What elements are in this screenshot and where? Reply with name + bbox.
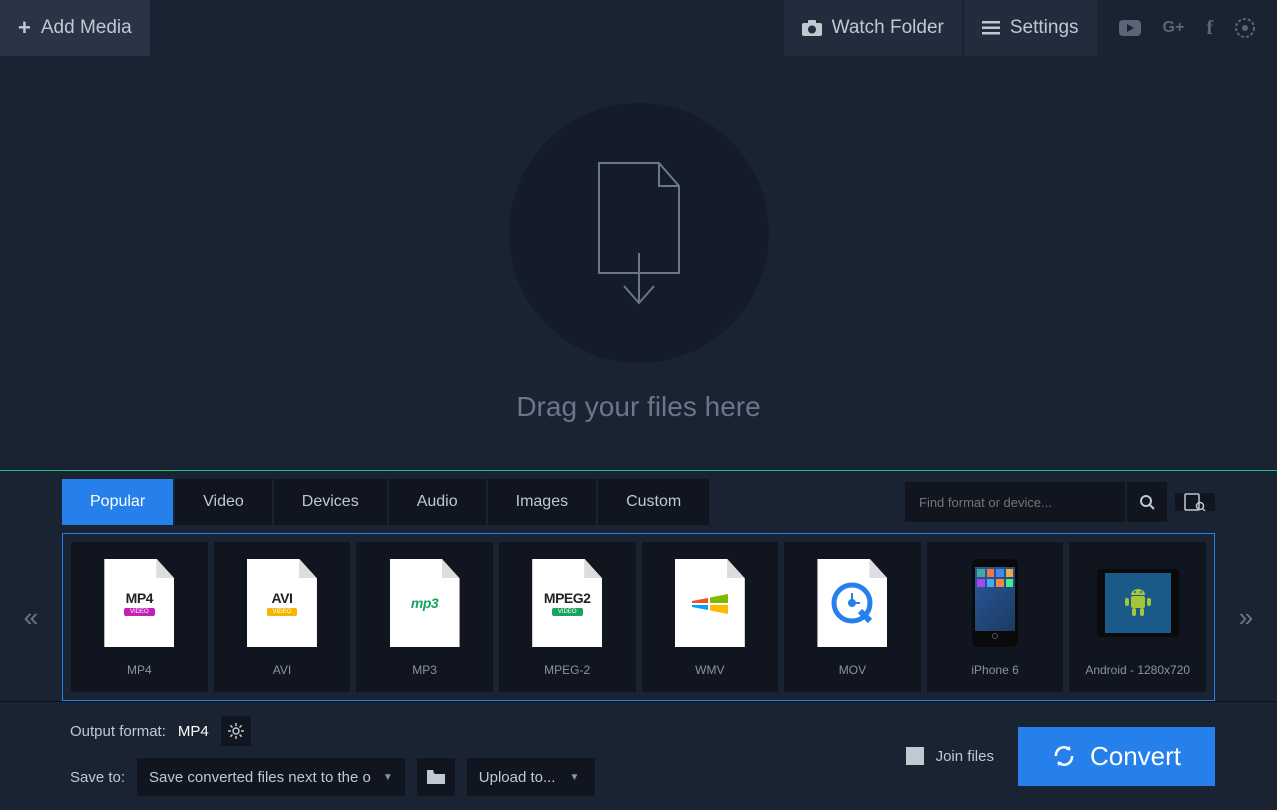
top-toolbar: + Add Media Watch Folder Settings G+ f	[0, 0, 1277, 56]
format-tile-mpeg-2[interactable]: MPEG2VIDEO MPEG-2	[499, 542, 636, 692]
search-wrap	[905, 482, 1167, 522]
settings-label: Settings	[1010, 17, 1079, 39]
youtube-icon[interactable]	[1119, 20, 1141, 36]
detect-device-button[interactable]	[1175, 493, 1215, 511]
camera-icon	[802, 20, 822, 36]
format-tile-avi[interactable]: AVIVIDEO AVI	[214, 542, 351, 692]
magnifier-icon	[1140, 495, 1155, 510]
facebook-icon[interactable]: f	[1206, 17, 1213, 40]
tab-images[interactable]: Images	[488, 479, 596, 525]
join-files-label: Join files	[936, 748, 994, 765]
convert-button[interactable]: Convert	[1018, 727, 1215, 786]
format-icon	[1097, 557, 1179, 649]
save-to-label: Save to:	[70, 769, 125, 786]
format-label: WMV	[695, 663, 724, 677]
drop-circle	[509, 103, 769, 363]
formats-list: MP4VIDEOMP4AVIVIDEOAVImp3MP3MPEG2VIDEOMP…	[62, 533, 1215, 701]
format-label: MP4	[127, 663, 152, 677]
format-tabs: PopularVideoDevicesAudioImagesCustom	[0, 471, 1277, 533]
social-links: G+ f	[1097, 0, 1277, 56]
format-icon: mp3	[384, 557, 466, 649]
save-to-value: Save converted files next to the o	[149, 769, 371, 786]
upload-to-select[interactable]: Upload to... ▼	[467, 758, 596, 796]
device-detect-icon	[1184, 493, 1206, 511]
output-format-value: MP4	[178, 723, 209, 740]
add-media-label: Add Media	[41, 17, 132, 39]
chevron-down-icon: ▼	[379, 772, 397, 783]
menu-icon	[982, 21, 1000, 35]
format-tile-iphone-6[interactable]: iPhone 6	[927, 542, 1064, 692]
format-icon	[954, 557, 1036, 649]
format-icon	[811, 557, 893, 649]
format-label: MPEG-2	[544, 663, 590, 677]
format-icon: MPEG2VIDEO	[526, 557, 608, 649]
gear-icon	[228, 723, 244, 739]
scroll-left-button[interactable]: «	[0, 533, 62, 701]
format-tile-mp3[interactable]: mp3 MP3	[356, 542, 493, 692]
checkbox-icon	[906, 747, 924, 765]
settings-button[interactable]: Settings	[964, 0, 1097, 56]
upload-to-label: Upload to...	[479, 769, 556, 786]
refresh-icon	[1052, 744, 1076, 768]
save-to-select[interactable]: Save converted files next to the o ▼	[137, 758, 405, 796]
format-tile-android-1280x720[interactable]: Android - 1280x720	[1069, 542, 1206, 692]
search-input[interactable]	[905, 482, 1125, 522]
tab-video[interactable]: Video	[175, 479, 272, 525]
convert-label: Convert	[1090, 741, 1181, 772]
folder-icon	[427, 770, 445, 784]
format-icon	[669, 557, 751, 649]
output-settings-button[interactable]	[221, 716, 251, 746]
tab-custom[interactable]: Custom	[598, 479, 709, 525]
spacer	[150, 0, 782, 56]
plus-icon: +	[18, 15, 31, 41]
formats-row: « MP4VIDEO MP4 AVIVIDEO AVI mp3 MP3 MPEG2VIDEO…	[0, 533, 1277, 701]
format-tile-wmv[interactable]: WMV	[642, 542, 779, 692]
format-label: MP3	[412, 663, 437, 677]
watch-folder-label: Watch Folder	[832, 17, 944, 39]
browse-folder-button[interactable]	[417, 758, 455, 796]
tab-devices[interactable]: Devices	[274, 479, 387, 525]
add-media-button[interactable]: + Add Media	[0, 0, 150, 56]
drop-hint: Drag your files here	[516, 391, 760, 423]
format-label: MOV	[839, 663, 866, 677]
format-label: AVI	[273, 663, 291, 677]
googleplus-icon[interactable]: G+	[1163, 19, 1185, 37]
format-icon: AVIVIDEO	[241, 557, 323, 649]
format-icon: MP4VIDEO	[98, 557, 180, 649]
output-format-label: Output format:	[70, 723, 166, 740]
format-label: Android - 1280x720	[1085, 663, 1190, 677]
file-drop-icon	[584, 158, 694, 308]
tab-popular[interactable]: Popular	[62, 479, 173, 525]
watch-folder-button[interactable]: Watch Folder	[784, 0, 962, 56]
search-button[interactable]	[1127, 482, 1167, 522]
chevron-down-icon: ▼	[565, 772, 583, 783]
format-label: iPhone 6	[971, 663, 1018, 677]
app-icon[interactable]	[1235, 18, 1255, 38]
format-tile-mov[interactable]: MOV	[784, 542, 921, 692]
format-tile-mp4[interactable]: MP4VIDEO MP4	[71, 542, 208, 692]
scroll-right-button[interactable]: »	[1215, 533, 1277, 701]
drop-zone[interactable]: Drag your files here	[0, 56, 1277, 470]
join-files-checkbox[interactable]: Join files	[906, 747, 994, 765]
tab-audio[interactable]: Audio	[389, 479, 486, 525]
footer: Output format: MP4 Save to: Save convert…	[0, 701, 1277, 810]
